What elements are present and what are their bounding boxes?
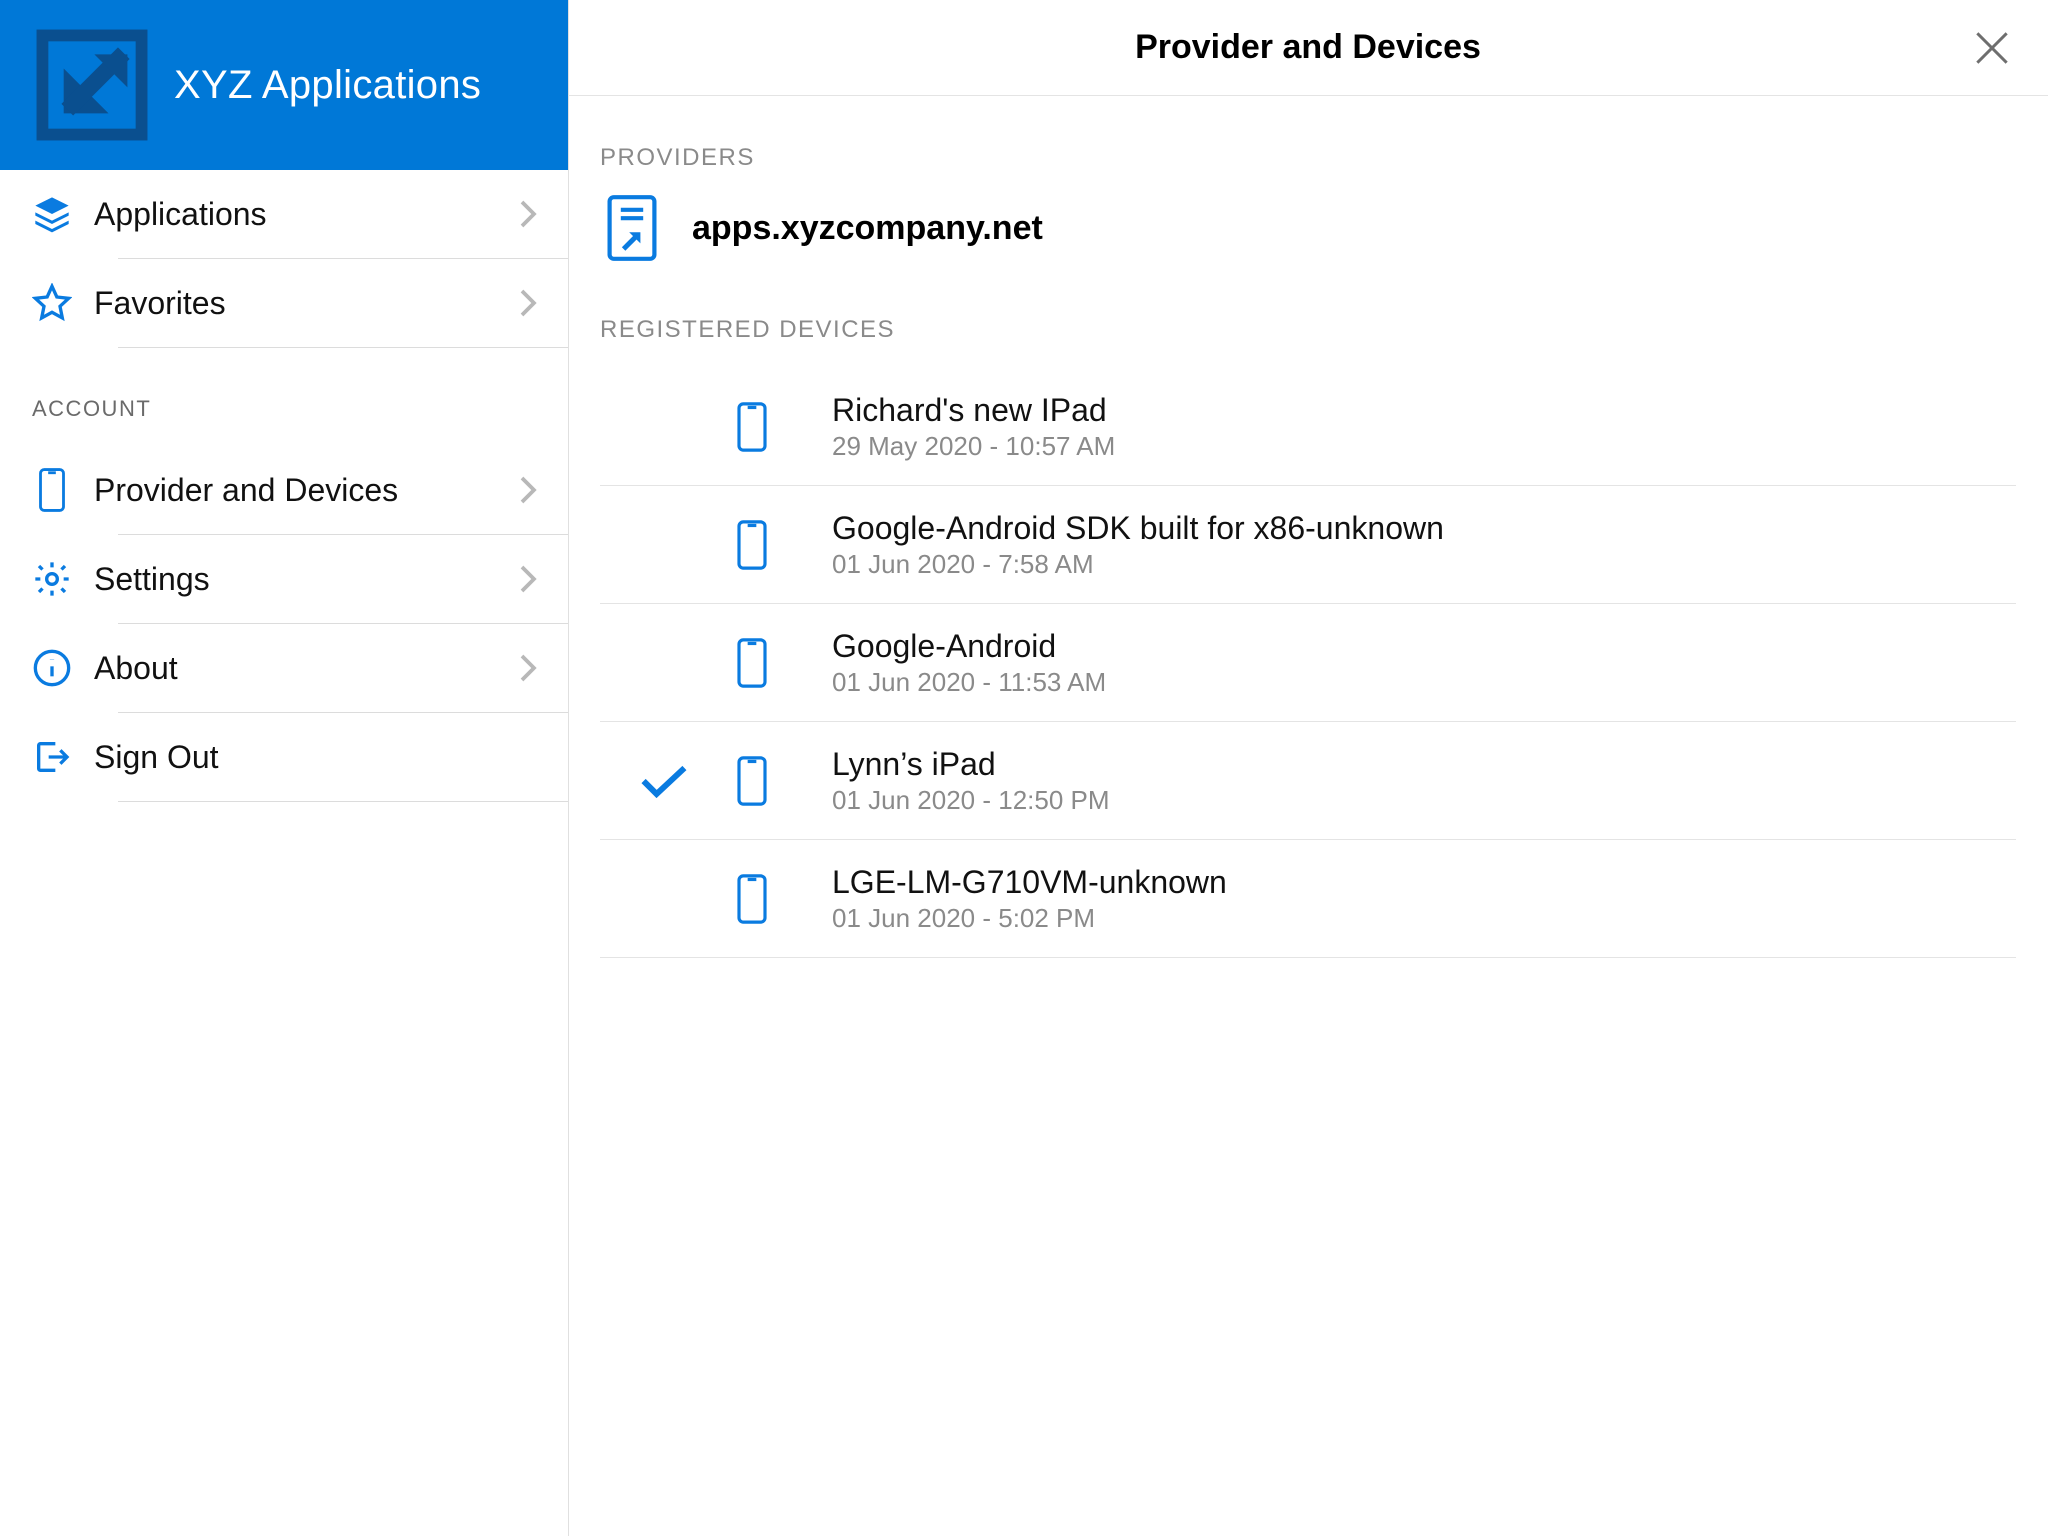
main-panel: Provider and Devices PROVIDERS [568,0,2048,1536]
close-icon [1970,26,2014,70]
device-icon [728,401,776,453]
device-row[interactable]: Richard's new IPad29 May 2020 - 10:57 AM [600,368,2016,486]
device-time: 01 Jun 2020 - 12:50 PM [832,785,1110,816]
chevron-right-icon [518,199,546,229]
brand-logo-icon [28,21,156,149]
sidebar-item-label: Sign Out [94,739,546,776]
sidebar-item-about[interactable]: About [0,624,568,712]
brand-header: XYZ Applications [0,0,568,170]
device-row[interactable]: Google-Android SDK built for x86-unknown… [600,486,2016,604]
sidebar-item-label: Applications [94,196,518,233]
gear-icon [28,555,76,603]
chevron-right-icon [518,288,546,318]
devices-label: REGISTERED DEVICES [600,316,2016,344]
content: PROVIDERS apps.xyzcompany.net REGISTERED… [568,96,2048,958]
app-root: XYZ Applications Applications [0,0,2048,1536]
device-name: Google-Android [832,627,1106,665]
sign-out-icon [28,733,76,781]
main-header: Provider and Devices [568,0,2048,96]
device-name: Lynn’s iPad [832,745,1110,783]
device-text: Google-Android01 Jun 2020 - 11:53 AM [832,627,1106,698]
sidebar-item-label: Settings [94,561,518,598]
device-time: 29 May 2020 - 10:57 AM [832,431,1115,462]
device-icon [728,519,776,571]
device-row[interactable]: Google-Android01 Jun 2020 - 11:53 AM [600,604,2016,722]
nav-primary: Applications Favorites [0,170,568,348]
sidebar-item-provider-devices[interactable]: Provider and Devices [0,446,568,534]
phone-icon [28,466,76,514]
device-text: Google-Android SDK built for x86-unknown… [832,509,1444,580]
device-time: 01 Jun 2020 - 7:58 AM [832,549,1444,580]
sidebar-item-applications[interactable]: Applications [0,170,568,258]
device-text: Richard's new IPad29 May 2020 - 10:57 AM [832,391,1115,462]
device-name: Google-Android SDK built for x86-unknown [832,509,1444,547]
chevron-right-icon [518,653,546,683]
device-icon [728,873,776,925]
sidebar-item-label: Favorites [94,285,518,322]
sidebar-item-label: Provider and Devices [94,472,518,509]
brand-title: XYZ Applications [174,63,481,108]
sidebar-item-settings[interactable]: Settings [0,535,568,623]
chevron-right-icon [518,564,546,594]
device-text: Lynn’s iPad01 Jun 2020 - 12:50 PM [832,745,1110,816]
page-title: Provider and Devices [1135,28,1481,67]
sidebar: XYZ Applications Applications [0,0,568,1536]
info-icon [28,644,76,692]
device-time: 01 Jun 2020 - 5:02 PM [832,903,1227,934]
device-icon [728,755,776,807]
close-button[interactable] [1964,20,2020,76]
device-icon [728,637,776,689]
device-time: 01 Jun 2020 - 11:53 AM [832,667,1106,698]
current-device-check-icon [600,761,728,801]
sidebar-section-account: ACCOUNT [0,348,568,446]
sidebar-item-label: About [94,650,518,687]
sidebar-item-sign-out[interactable]: Sign Out [0,713,568,801]
providers-label: PROVIDERS [600,144,2016,172]
provider-name: apps.xyzcompany.net [692,209,1043,248]
nav-account: Provider and Devices Settings [0,446,568,802]
device-row[interactable]: Lynn’s iPad01 Jun 2020 - 12:50 PM [600,722,2016,840]
layers-icon [28,190,76,238]
sidebar-item-favorites[interactable]: Favorites [0,259,568,347]
chevron-right-icon [518,475,546,505]
provider-icon [600,196,664,260]
device-name: LGE-LM-G710VM-unknown [832,863,1227,901]
divider [118,801,568,802]
device-name: Richard's new IPad [832,391,1115,429]
device-list: Richard's new IPad29 May 2020 - 10:57 AM… [600,368,2016,958]
device-text: LGE-LM-G710VM-unknown01 Jun 2020 - 5:02 … [832,863,1227,934]
device-row[interactable]: LGE-LM-G710VM-unknown01 Jun 2020 - 5:02 … [600,840,2016,958]
provider-row[interactable]: apps.xyzcompany.net [600,196,2016,260]
star-icon [28,279,76,327]
